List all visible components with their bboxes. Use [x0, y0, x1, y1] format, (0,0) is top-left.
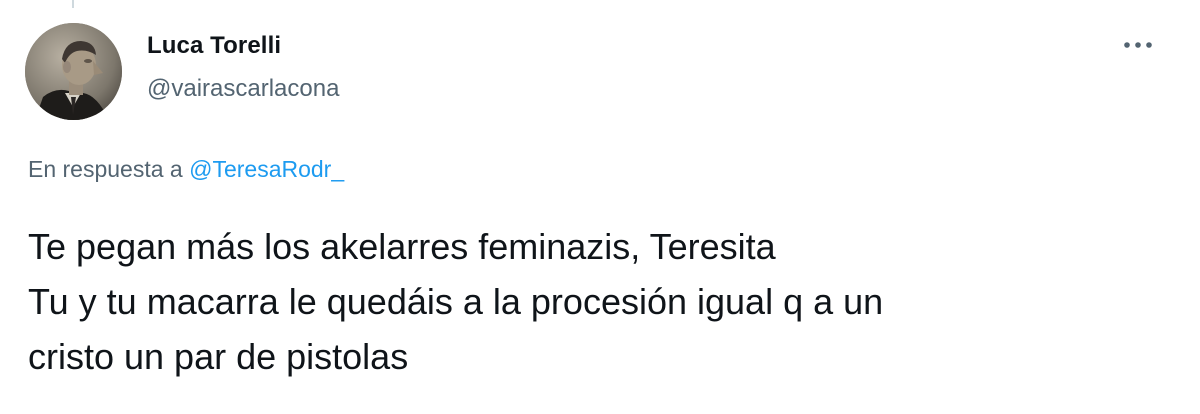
more-horizontal-icon	[1124, 42, 1152, 48]
tweet-text: Te pegan más los akelarres feminazis, Te…	[28, 219, 1148, 384]
author-handle[interactable]: @vairascarlacona	[147, 75, 339, 103]
author-name[interactable]: Luca Torelli	[147, 32, 281, 60]
reply-prefix: En respuesta a	[28, 156, 183, 182]
reply-context: En respuesta a @TeresaRodr_	[28, 156, 344, 183]
tweet-card: Luca Torelli @vairascarlacona En respues…	[0, 0, 1200, 414]
avatar[interactable]	[25, 23, 122, 120]
more-options-button[interactable]	[1116, 30, 1160, 60]
reply-to-handle-link[interactable]: @TeresaRodr_	[189, 156, 344, 182]
tweet-text-line: cristo un par de pistolas	[28, 336, 409, 377]
thread-connector-line	[72, 0, 74, 8]
tweet-text-line: Tu y tu macarra le quedáis a la procesió…	[28, 281, 884, 322]
avatar-image	[25, 23, 122, 120]
tweet-text-line: Te pegan más los akelarres feminazis, Te…	[28, 226, 776, 267]
